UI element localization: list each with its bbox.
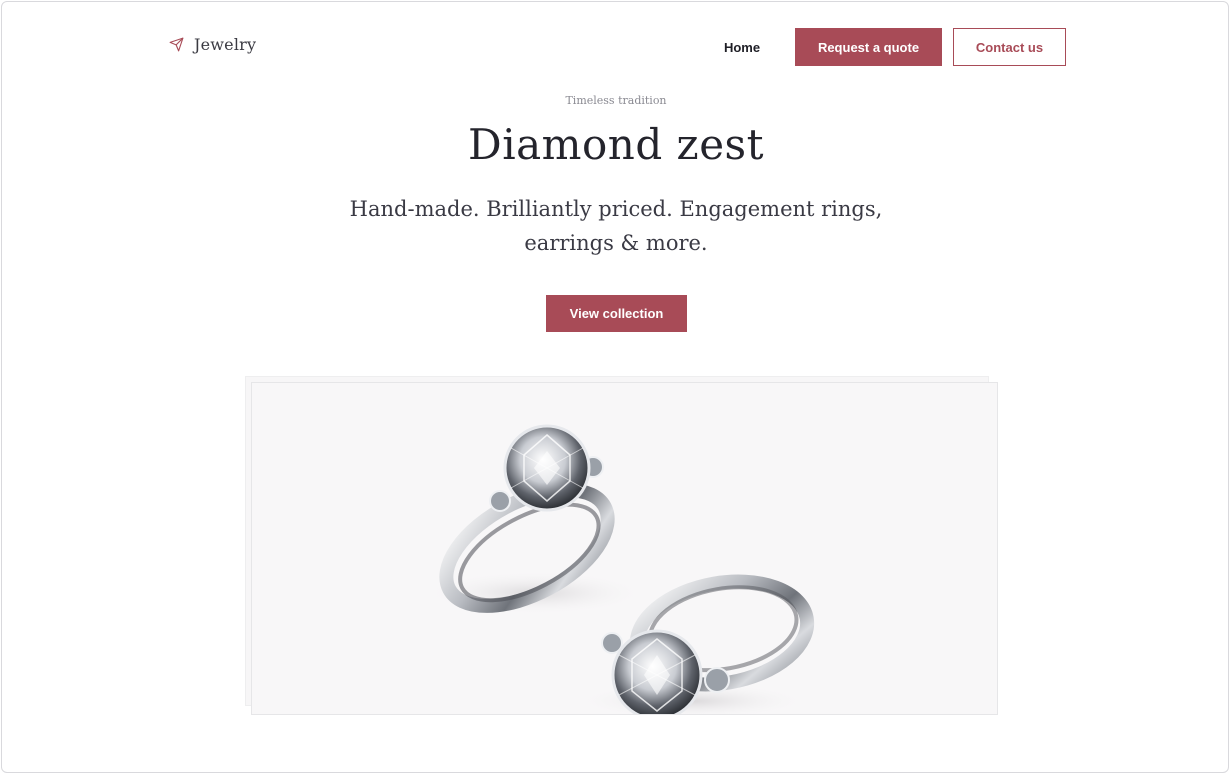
hero-subtitle: Hand-made. Brilliantly priced. Engagemen… xyxy=(349,197,883,255)
brand-name: Jewelry xyxy=(194,35,257,54)
hero-title: Diamond zest xyxy=(468,120,764,169)
diamond-rings-illustration xyxy=(425,424,815,714)
page-frame: Jewelry Home Request a quote Contact us … xyxy=(1,1,1229,773)
hero-eyebrow: Timeless tradition xyxy=(565,94,667,107)
nav-home-link[interactable]: Home xyxy=(714,28,770,66)
paper-plane-icon xyxy=(169,37,184,52)
request-quote-button[interactable]: Request a quote xyxy=(795,28,942,66)
view-collection-button[interactable]: View collection xyxy=(546,295,687,332)
brand-logo[interactable]: Jewelry xyxy=(168,35,256,54)
hero-image xyxy=(251,382,998,715)
contact-us-button[interactable]: Contact us xyxy=(953,28,1066,66)
